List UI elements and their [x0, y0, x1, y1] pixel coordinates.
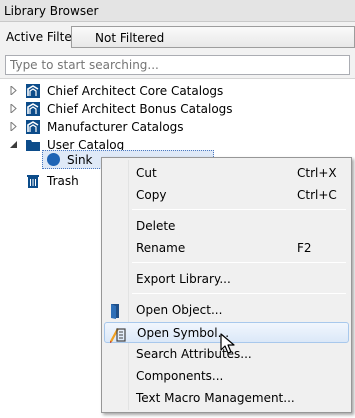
menu-item-label: Rename: [136, 241, 186, 255]
catalog-icon: [26, 84, 40, 98]
expand-arrow-icon[interactable]: [9, 104, 18, 113]
expand-arrow-icon[interactable]: [9, 122, 18, 131]
tree-item-label: Trash: [47, 174, 79, 188]
window-title: Library Browser: [0, 0, 355, 22]
menu-item-label: Delete: [136, 219, 176, 233]
expand-arrow-icon[interactable]: [9, 86, 18, 95]
menu-item-shortcut: F2: [297, 241, 312, 255]
menu-item-rename[interactable]: Rename F2: [104, 238, 349, 259]
tree-item-label: Sink: [67, 153, 93, 167]
menu-item-delete[interactable]: Delete: [104, 216, 349, 237]
menu-item-label: Copy: [136, 188, 167, 202]
menu-item-shortcut: Ctrl+X: [297, 166, 337, 180]
menu-item-shortcut: Ctrl+C: [297, 188, 337, 202]
trash-icon: [27, 175, 39, 188]
menu-item-label: Export Library...: [136, 272, 231, 286]
menu-item-export-library[interactable]: Export Library...: [104, 269, 349, 290]
open-object-icon: [111, 304, 119, 319]
tree-item-label: Chief Architect Bonus Catalogs: [47, 102, 233, 116]
menu-item-cut[interactable]: Cut Ctrl+X: [104, 163, 349, 184]
active-filter-label: Active Filter:: [6, 30, 81, 44]
menu-item-label: Cut: [136, 166, 157, 180]
search-bar: [0, 52, 355, 78]
menu-item-copy[interactable]: Copy Ctrl+C: [104, 185, 349, 206]
tree-item-label: Manufacturer Catalogs: [47, 120, 184, 134]
active-filter-dropdown[interactable]: Not Filtered: [71, 26, 355, 48]
menu-separator: [132, 293, 346, 294]
tree-item-manufacturer-catalogs[interactable]: Manufacturer Catalogs: [0, 118, 355, 136]
sink-icon: [47, 153, 60, 166]
menu-separator: [132, 209, 346, 210]
mouse-pointer-icon: [220, 333, 235, 354]
menu-item-open-object[interactable]: Open Object...: [104, 300, 349, 321]
tree-item-bonus-catalogs[interactable]: Chief Architect Bonus Catalogs: [0, 100, 355, 118]
catalog-icon: [26, 120, 40, 134]
menu-item-label: Components...: [136, 369, 224, 383]
context-menu: Cut Ctrl+X Copy Ctrl+C Delete Rename F2 …: [101, 157, 352, 413]
collapse-arrow-icon[interactable]: [9, 140, 18, 149]
menu-item-components[interactable]: Components...: [104, 366, 349, 387]
tree-item-core-catalogs[interactable]: Chief Architect Core Catalogs: [0, 82, 355, 100]
menu-item-label: Open Symbol...: [137, 326, 230, 340]
tree-item-label: Chief Architect Core Catalogs: [47, 84, 224, 98]
menu-item-label: Text Macro Management...: [136, 391, 295, 405]
folder-icon: [26, 140, 40, 151]
menu-item-label: Open Object...: [136, 303, 223, 317]
filter-bar: Active Filter: Not Filtered: [0, 22, 355, 52]
menu-item-text-macro-management[interactable]: Text Macro Management...: [104, 388, 349, 409]
catalog-icon: [26, 102, 40, 116]
search-input[interactable]: [5, 55, 350, 75]
open-symbol-icon: [110, 328, 126, 343]
menu-separator: [132, 262, 346, 263]
